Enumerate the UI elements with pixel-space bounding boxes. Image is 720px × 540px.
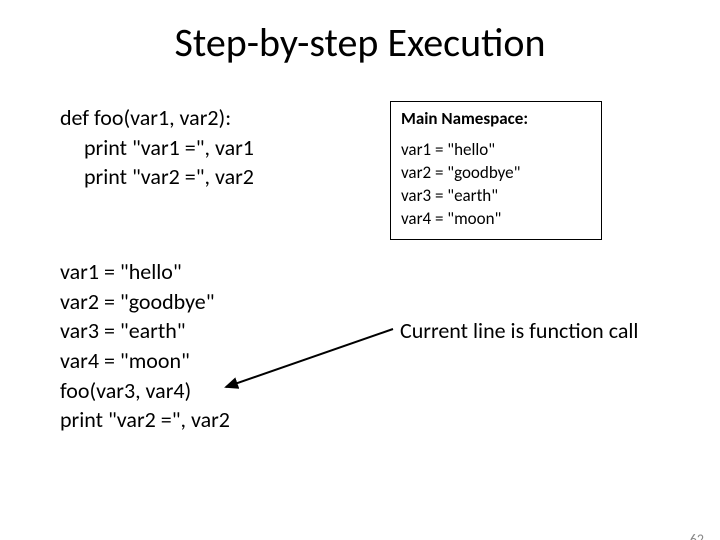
code-line: var3 = "earth" — [60, 316, 230, 346]
page-number: 62 — [690, 531, 704, 540]
slide-content: def foo(var1, var2): print "var1 =", var… — [0, 67, 720, 527]
code-line: var4 = "moon" — [60, 346, 230, 376]
slide-title: Step-by-step Execution — [0, 18, 720, 67]
code-line: print "var1 =", var1 — [60, 133, 254, 163]
code-line: print "var2 =", var2 — [60, 162, 254, 192]
code-line: foo(var3, var4) — [60, 376, 230, 406]
namespace-entry: var3 = "earth" — [401, 185, 591, 208]
main-code-block: var1 = "hello" var2 = "goodbye" var3 = "… — [60, 257, 230, 435]
namespace-entry: var2 = "goodbye" — [401, 162, 591, 185]
code-line: def foo(var1, var2): — [60, 103, 254, 133]
namespace-title: Main Namespace: — [401, 108, 591, 131]
namespace-box: Main Namespace: var1 = "hello" var2 = "g… — [390, 101, 602, 240]
function-definition-block: def foo(var1, var2): print "var1 =", var… — [60, 103, 254, 192]
code-line: var1 = "hello" — [60, 257, 230, 287]
namespace-entry: var1 = "hello" — [401, 139, 591, 162]
arrow-icon — [218, 267, 418, 417]
code-line: var2 = "goodbye" — [60, 287, 230, 317]
annotation-text: Current line is function call — [400, 317, 638, 344]
code-line: print "var2 =", var2 — [60, 405, 230, 435]
namespace-entry: var4 = "moon" — [401, 208, 591, 231]
